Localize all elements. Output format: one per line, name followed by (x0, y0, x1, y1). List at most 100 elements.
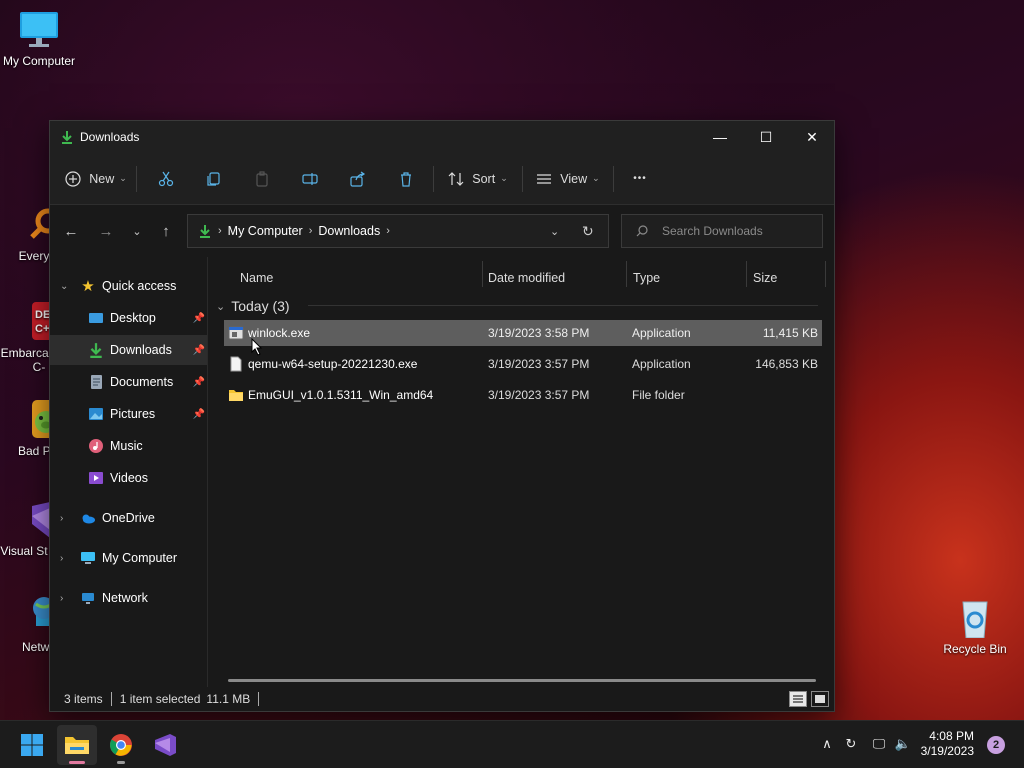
sidebar-item-documents[interactable]: Documents 📌 (50, 367, 207, 397)
status-selection: 1 item selected (119, 692, 201, 706)
column-divider[interactable] (825, 261, 826, 287)
downloads-icon (200, 225, 210, 238)
maximize-icon: ☐ (759, 128, 773, 145)
downloads-icon (62, 131, 72, 144)
taskbar-visual-studio[interactable] (145, 725, 185, 765)
minimize-button[interactable]: — (697, 121, 743, 153)
rename-button[interactable] (293, 162, 327, 196)
show-hidden-icons-button[interactable]: ∧ (818, 735, 836, 753)
volume-icon[interactable]: 🔈 (894, 735, 912, 753)
file-name: qemu-w64-setup-20221230.exe (248, 357, 418, 371)
column-header-size[interactable]: Size (753, 263, 777, 293)
status-separator (110, 692, 112, 706)
close-button[interactable]: ✕ (789, 121, 835, 153)
sync-status-icon[interactable]: ↻ (842, 735, 860, 753)
details-view-toggle[interactable] (789, 691, 807, 707)
group-header-today[interactable]: ⌄ Today (3) (216, 295, 290, 317)
paste-button[interactable] (245, 162, 279, 196)
file-row-emugui[interactable]: EmuGUI_v1.0.1.5311_Win_amd64 3/19/2023 3… (224, 382, 822, 408)
chevron-down-icon: ⌄ (500, 173, 508, 183)
chevron-right-icon: › (386, 225, 390, 237)
sidebar-item-label: Downloads (110, 343, 172, 357)
navigation-pane: ⌄ ★ Quick access Desktop 📌 Downloads 📌 D… (50, 257, 208, 687)
desktop-icon-recycle-bin[interactable]: Recycle Bin (936, 598, 1014, 656)
column-header-type[interactable]: Type (633, 263, 660, 293)
column-header-date[interactable]: Date modified (488, 263, 565, 293)
sidebar-item-quick-access[interactable]: ⌄ ★ Quick access (50, 271, 207, 301)
address-row: ← → ⌄ ↑ › My Computer › Downloads › ⌄ ↻ … (50, 205, 834, 257)
chevron-down-icon: ⌄ (119, 173, 127, 183)
command-bar: New ⌄ Sort ⌄ View ⌄ ••• (50, 153, 834, 205)
view-lines-icon (537, 173, 552, 184)
new-button[interactable]: New ⌄ (62, 162, 130, 196)
notification-badge[interactable]: 2 (987, 736, 1005, 754)
sidebar-item-onedrive[interactable]: › OneDrive (50, 503, 207, 533)
more-options-button[interactable]: ••• (620, 162, 660, 196)
refresh-button[interactable]: ↻ (582, 223, 594, 240)
search-input[interactable]: Search Downloads (621, 214, 823, 248)
address-history-button[interactable]: ⌄ (550, 225, 559, 238)
sidebar-item-downloads[interactable]: Downloads 📌 (50, 335, 207, 365)
delete-button[interactable] (389, 162, 423, 196)
address-bar[interactable]: › My Computer › Downloads › ⌄ ↻ (187, 214, 609, 248)
copy-button[interactable] (197, 162, 231, 196)
sidebar-item-network[interactable]: › Network (50, 583, 207, 613)
column-header-name[interactable]: Name (240, 263, 273, 293)
tiles-view-toggle[interactable] (811, 691, 829, 707)
recent-locations-button[interactable]: ⌄ (123, 217, 151, 245)
breadcrumb-downloads[interactable]: Downloads (318, 224, 380, 238)
details-view-icon (793, 695, 803, 703)
cloud-icon (82, 514, 95, 524)
clock-time: 4:08 PM (929, 729, 974, 743)
arrow-right-icon: → (98, 222, 114, 240)
sidebar-item-music[interactable]: Music (50, 431, 207, 461)
title-bar[interactable]: Downloads — ☐ ✕ (50, 121, 834, 153)
sidebar-item-label: Desktop (110, 311, 156, 325)
system-clock[interactable]: 4:08 PM 3/19/2023 (914, 729, 974, 759)
chevron-down-icon: ⌄ (132, 225, 142, 238)
horizontal-scrollbar[interactable] (228, 679, 816, 682)
column-divider[interactable] (482, 261, 483, 287)
up-button[interactable]: ↑ (152, 217, 180, 245)
file-type: Application (632, 357, 691, 371)
window-title: Downloads (80, 130, 140, 144)
sidebar-item-videos[interactable]: Videos (50, 463, 207, 493)
clipboard-icon (256, 170, 268, 187)
column-divider[interactable] (626, 261, 627, 287)
network-status-icon[interactable]: 🖵 (870, 735, 888, 753)
desktop-icon (89, 313, 103, 323)
explorer-body: ⌄ ★ Quick access Desktop 📌 Downloads 📌 D… (50, 257, 834, 687)
forward-button[interactable]: → (92, 217, 120, 245)
file-row-qemu[interactable]: qemu-w64-setup-20221230.exe 3/19/2023 3:… (224, 351, 822, 377)
trash-icon (401, 171, 411, 187)
column-divider[interactable] (746, 261, 747, 287)
view-button[interactable]: View ⌄ (529, 162, 607, 196)
breadcrumb-my-computer[interactable]: My Computer (228, 224, 303, 238)
pictures-icon (89, 408, 103, 420)
file-list: Name Date modified Type Size ⌄ Today (3)… (216, 257, 826, 687)
maximize-button[interactable]: ☐ (743, 121, 789, 153)
taskbar-file-explorer[interactable] (57, 725, 97, 765)
sort-label: Sort (472, 171, 496, 186)
start-button[interactable] (12, 725, 52, 765)
sidebar-item-desktop[interactable]: Desktop 📌 (50, 303, 207, 333)
file-date: 3/19/2023 3:58 PM (488, 326, 590, 340)
cut-button[interactable] (149, 162, 183, 196)
document-icon (91, 375, 102, 389)
toolbar-separator (522, 165, 523, 192)
taskbar-chrome[interactable] (101, 725, 141, 765)
file-row-winlock[interactable]: winlock.exe 3/19/2023 3:58 PM Applicatio… (224, 320, 822, 346)
sidebar-item-pictures[interactable]: Pictures 📌 (50, 399, 207, 429)
desktop-icon-my-computer[interactable]: My Computer (0, 10, 78, 68)
search-placeholder: Search Downloads (662, 224, 763, 238)
status-bar: 3 items 1 item selected 11.1 MB (50, 687, 834, 711)
pin-icon: 📌 (192, 312, 205, 324)
sidebar-item-my-computer[interactable]: › My Computer (50, 543, 207, 573)
share-button[interactable] (341, 162, 375, 196)
scissors-icon (158, 171, 174, 186)
network-icon (82, 593, 94, 604)
sidebar-item-label: OneDrive (102, 511, 155, 525)
rename-icon (302, 172, 318, 185)
sort-button[interactable]: Sort ⌄ (440, 162, 516, 196)
back-button[interactable]: ← (57, 217, 85, 245)
